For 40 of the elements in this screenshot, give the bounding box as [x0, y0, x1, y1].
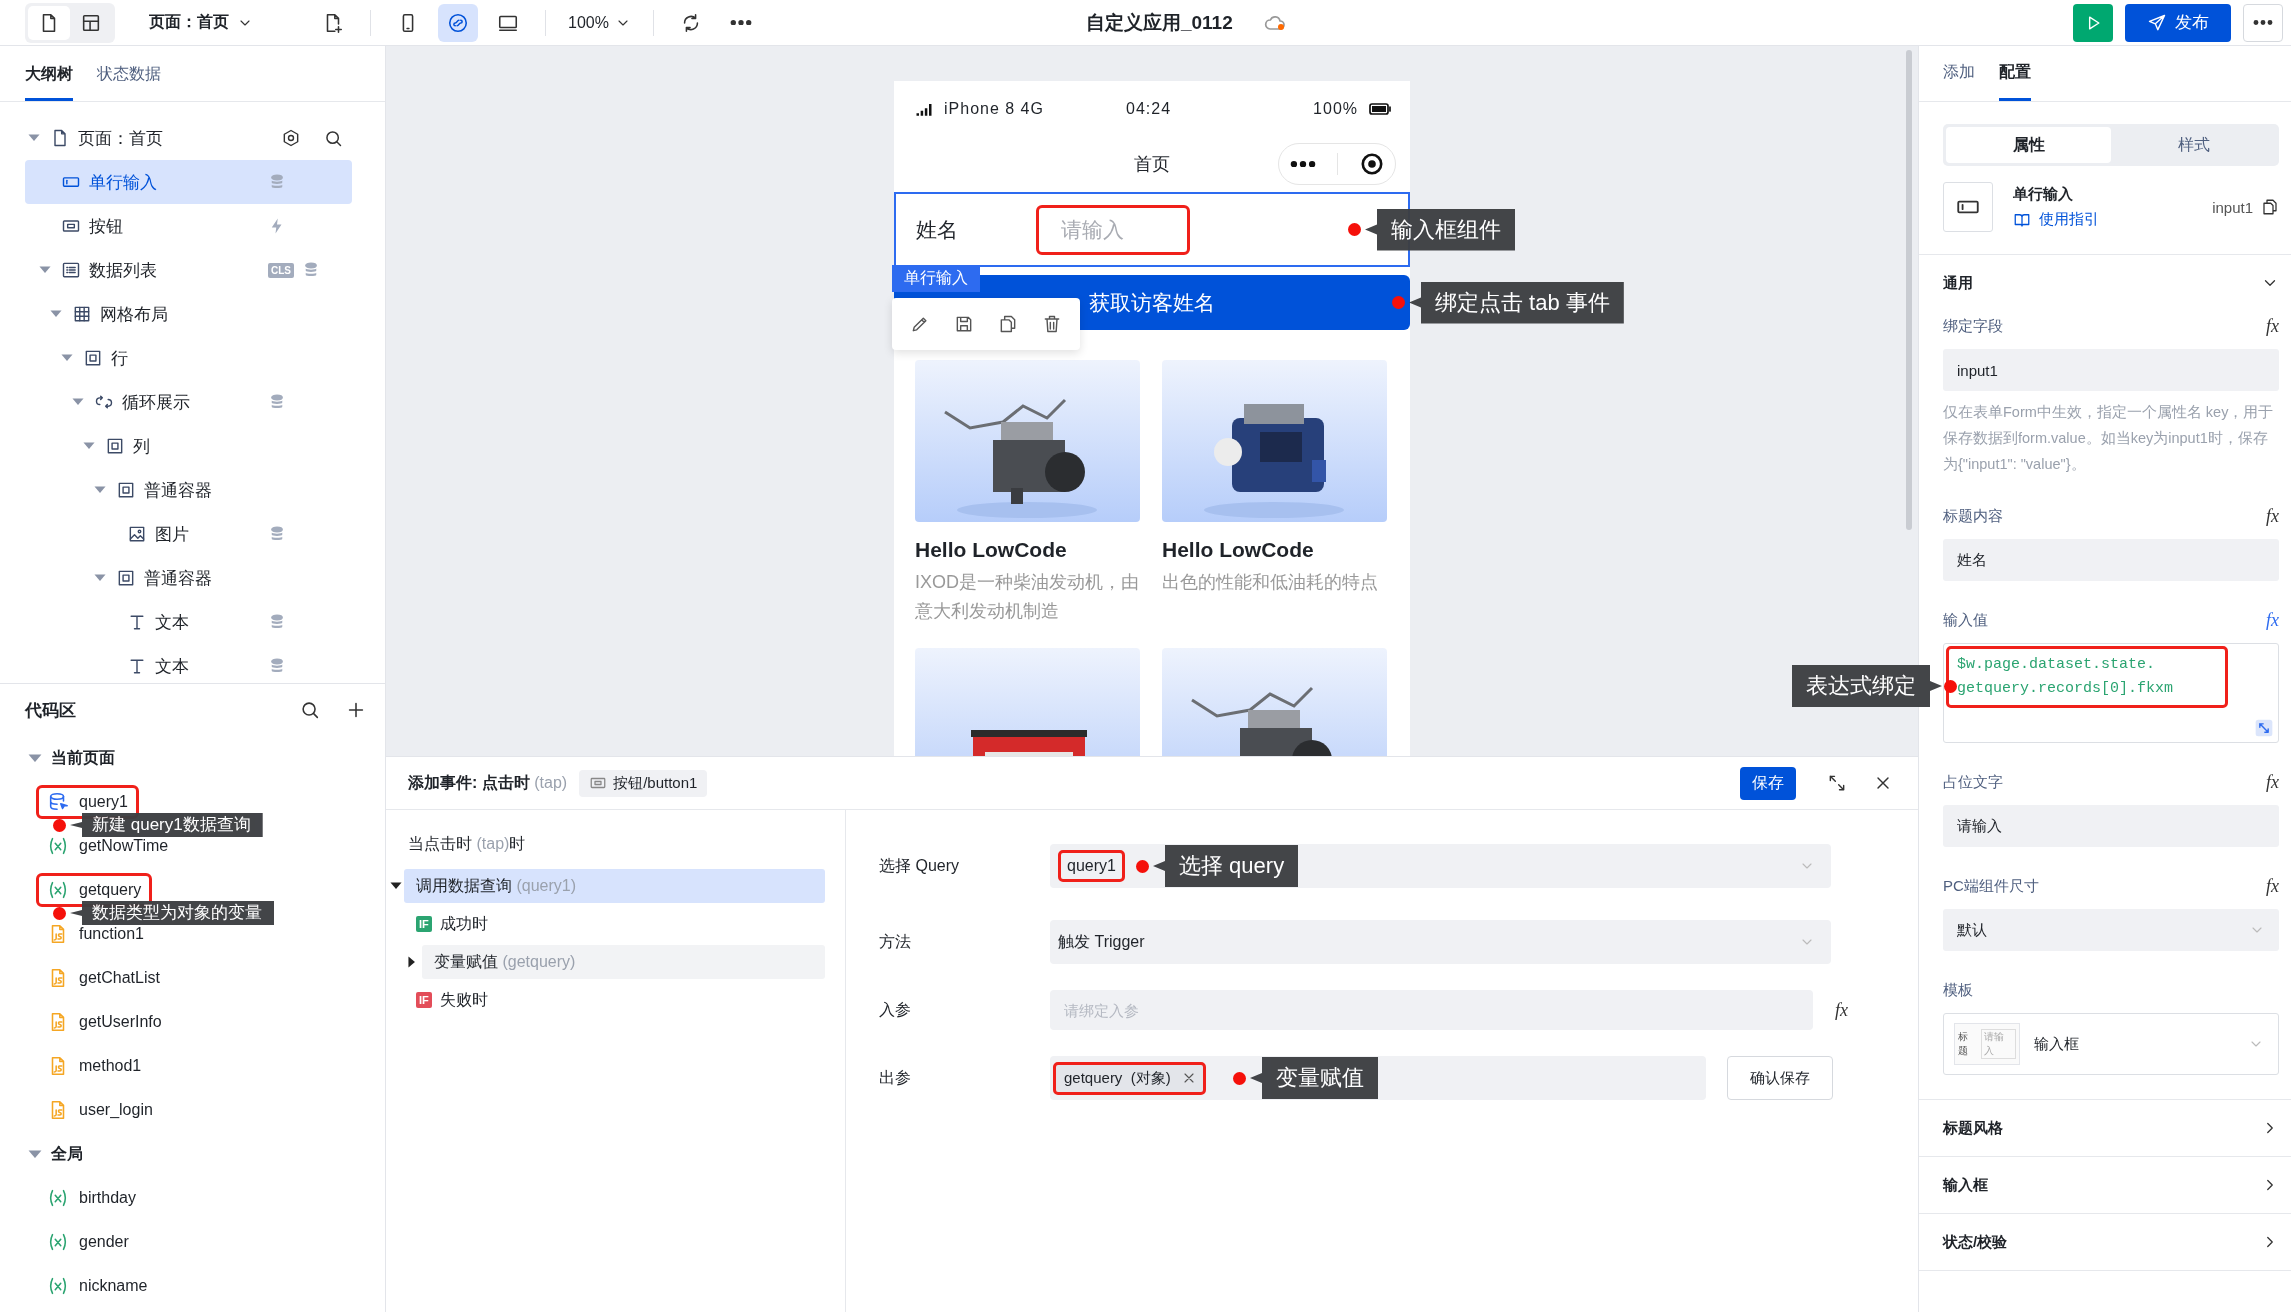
property-label: 输入值	[1943, 610, 1988, 630]
page-title: 首页	[1134, 153, 1170, 176]
variable-tag: getquery (对象)	[1053, 1061, 1206, 1095]
trigger-label: 当点击时 (tap)时	[408, 834, 527, 854]
card-description: 出色的性能和低油耗的特点	[1162, 571, 1379, 594]
carrier-label: iPhone 8 4G	[944, 99, 1044, 118]
card-title: Hello LowCode	[1162, 538, 1315, 562]
property-label: 绑定字段	[1943, 316, 2003, 336]
section-title: 代码区	[25, 699, 76, 722]
template-thumbnail: 标题 请输入	[1954, 1023, 2020, 1065]
property-label: PC端组件尺寸	[1943, 876, 2039, 896]
annotation-tooltip: 选择 query	[1153, 845, 1299, 887]
condition-badge: IF	[416, 916, 432, 932]
expression-text: $w.page.dataset.state. getquery.records[0].fkxm	[1946, 646, 2228, 708]
panel-title: 添加事件: 点击时 (tap)	[408, 772, 568, 793]
selection-tag: 单行输入	[892, 265, 980, 292]
field-label: 姓名	[916, 216, 959, 243]
component-name: 单行输入	[2013, 185, 2074, 204]
annotation-tooltip: 变量赋值	[1250, 1057, 1378, 1099]
clock: 04:24	[1125, 99, 1173, 118]
annotation-tooltip: 输入框组件	[1365, 208, 1515, 251]
card-description: IXOD是一种柴油发动机，由意大利发动机制造	[915, 571, 1140, 623]
field-label: 入参	[879, 999, 912, 1020]
battery-level: 100%	[1313, 99, 1358, 118]
property-label: 标题内容	[1943, 506, 2003, 526]
field-label: 方法	[879, 931, 912, 952]
property-label: 占位文字	[1943, 772, 2003, 792]
field-label: 选择 Query	[879, 855, 960, 876]
property-label: 模板	[1943, 980, 1973, 1000]
class-badge: CLS	[268, 262, 294, 278]
card-title: Hello LowCode	[915, 538, 1068, 562]
target-chip: 按钮/button1	[579, 769, 708, 797]
selected-tag: query1	[1058, 850, 1125, 882]
annotation-tooltip: 表达式绑定	[1792, 665, 1942, 707]
condition-badge: IF	[416, 992, 432, 1008]
component-id: input1	[2212, 198, 2253, 216]
annotation-tooltip: 绑定点击 tab 事件	[1409, 281, 1624, 324]
field-label: 出参	[879, 1067, 912, 1088]
app-title: 自定义应用_0112	[1085, 10, 1233, 35]
help-text: 仅在表单Form中生效，指定一个属性名 key，用于保存数据到form.value。如当key为input1时，保存为{"input1": "value"}。	[1943, 403, 2275, 474]
